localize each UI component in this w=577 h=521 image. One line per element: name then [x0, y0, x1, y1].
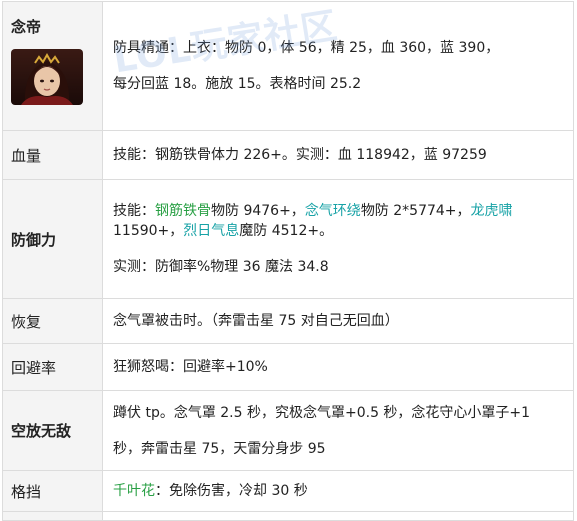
row-label-cell: 空放无敌: [2, 390, 103, 471]
defense-measured: 实测：防御率%物理 36 魔法 34.8: [113, 259, 329, 275]
skill-text: 11590+，: [113, 223, 184, 239]
invincible-line: 蹲伏 tp。念气罩 2.5 秒，究极念气罩+0.5 秒，念花守心小罩子+1: [113, 404, 531, 421]
row-label: 血量: [11, 146, 42, 165]
row-value-cell: 蹲伏 tp。念气罩 2.5 秒，究极念气罩+0.5 秒，念花守心小罩子+1 秒，…: [102, 390, 574, 471]
table-row: 防御力 技能：钢筋铁骨物防 9476+，念气环绕物防 2*5774+，龙虎啸 11…: [2, 179, 574, 299]
row-label: 回避率: [11, 358, 57, 377]
table-row: 空放无敌 蹲伏 tp。念气罩 2.5 秒，究极念气罩+0.5 秒，念花守心小罩子…: [2, 390, 574, 471]
row-label-cell: 防御力: [2, 179, 103, 299]
skill-text: 物防 2*5774+，: [360, 203, 471, 219]
skill-link[interactable]: 念气环绕: [305, 203, 361, 219]
armor-mastery-line-2: 每分回蓝 18。施放 15。表格时间 25.2: [113, 76, 362, 92]
hp-value: 技能：钢筋铁骨体力 226+。实测：血 118942，蓝 97259: [113, 147, 487, 163]
row-value-cell: 念气罩被击时。（奔雷击星 75 对自己无回血）: [102, 298, 574, 344]
row-label: 空放无敌: [11, 422, 72, 440]
row-label-cell: 格挡: [2, 470, 103, 512]
table-row: 恢复 念气罩被击时。（奔雷击星 75 对自己无回血）: [2, 298, 574, 344]
stats-table: 念帝 防具精通：上衣：物防 0，体 56，精 25，血 360，蓝 390， 每…: [2, 1, 574, 521]
row-label-cell: 回避率: [2, 343, 103, 391]
row-label-cell: 念帝: [2, 1, 103, 131]
skill-link[interactable]: 千叶花: [113, 483, 155, 499]
row-label: 恢复: [11, 312, 42, 331]
row-label: 防御力: [11, 230, 57, 249]
row-value-cell: [102, 511, 574, 521]
block-value: ：免除伤害，冷却 30 秒: [155, 483, 308, 499]
row-value-cell: 技能：钢筋铁骨物防 9476+，念气环绕物防 2*5774+，龙虎啸 11590+…: [102, 179, 574, 299]
table-row: 血量 技能：钢筋铁骨体力 226+。实测：血 118942，蓝 97259: [2, 130, 574, 180]
character-portrait: [11, 49, 83, 105]
row-value-cell: 狂狮怒喝：回避率+10%: [102, 343, 574, 391]
row-label-cell: 恢复: [2, 298, 103, 344]
row-label-cell: [2, 511, 103, 521]
skill-link[interactable]: 龙虎啸: [471, 203, 513, 219]
invincible-line-2: 秒，奔雷击星 75，天雷分身步 95: [113, 440, 326, 457]
armor-mastery-line: 防具精通：上衣：物防 0，体 56，精 25，血 360，蓝 390，: [113, 40, 500, 56]
skill-text: 物防 9476+，: [211, 203, 305, 219]
row-value-cell: 防具精通：上衣：物防 0，体 56，精 25，血 360，蓝 390， 每分回蓝…: [102, 1, 574, 131]
skill-link[interactable]: 烈日气息: [183, 223, 239, 239]
row-value-cell: 技能：钢筋铁骨体力 226+。实测：血 118942，蓝 97259: [102, 130, 574, 180]
table-row: [2, 511, 574, 521]
row-value-cell: 千叶花：免除伤害，冷却 30 秒: [102, 470, 574, 512]
table-row: 回避率 狂狮怒喝：回避率+10%: [2, 343, 574, 391]
row-label: 念帝: [11, 18, 42, 36]
row-label-cell: 血量: [2, 130, 103, 180]
defense-skills: 技能：钢筋铁骨物防 9476+，念气环绕物防 2*5774+，龙虎啸 11590+…: [113, 201, 567, 241]
table-row: 念帝 防具精通：上衣：物防 0，体 56，精 25，血 360，蓝 390， 每…: [2, 1, 574, 131]
skill-text: 魔防 4512+。: [239, 223, 334, 239]
skills-prefix: 技能：: [113, 203, 155, 219]
evasion-value: 狂狮怒喝：回避率+10%: [113, 359, 268, 375]
table-row: 格挡 千叶花：免除伤害，冷却 30 秒: [2, 470, 574, 512]
recovery-value: 念气罩被击时。（奔雷击星 75 对自己无回血）: [113, 313, 399, 329]
skill-link[interactable]: 钢筋铁骨: [155, 203, 211, 219]
